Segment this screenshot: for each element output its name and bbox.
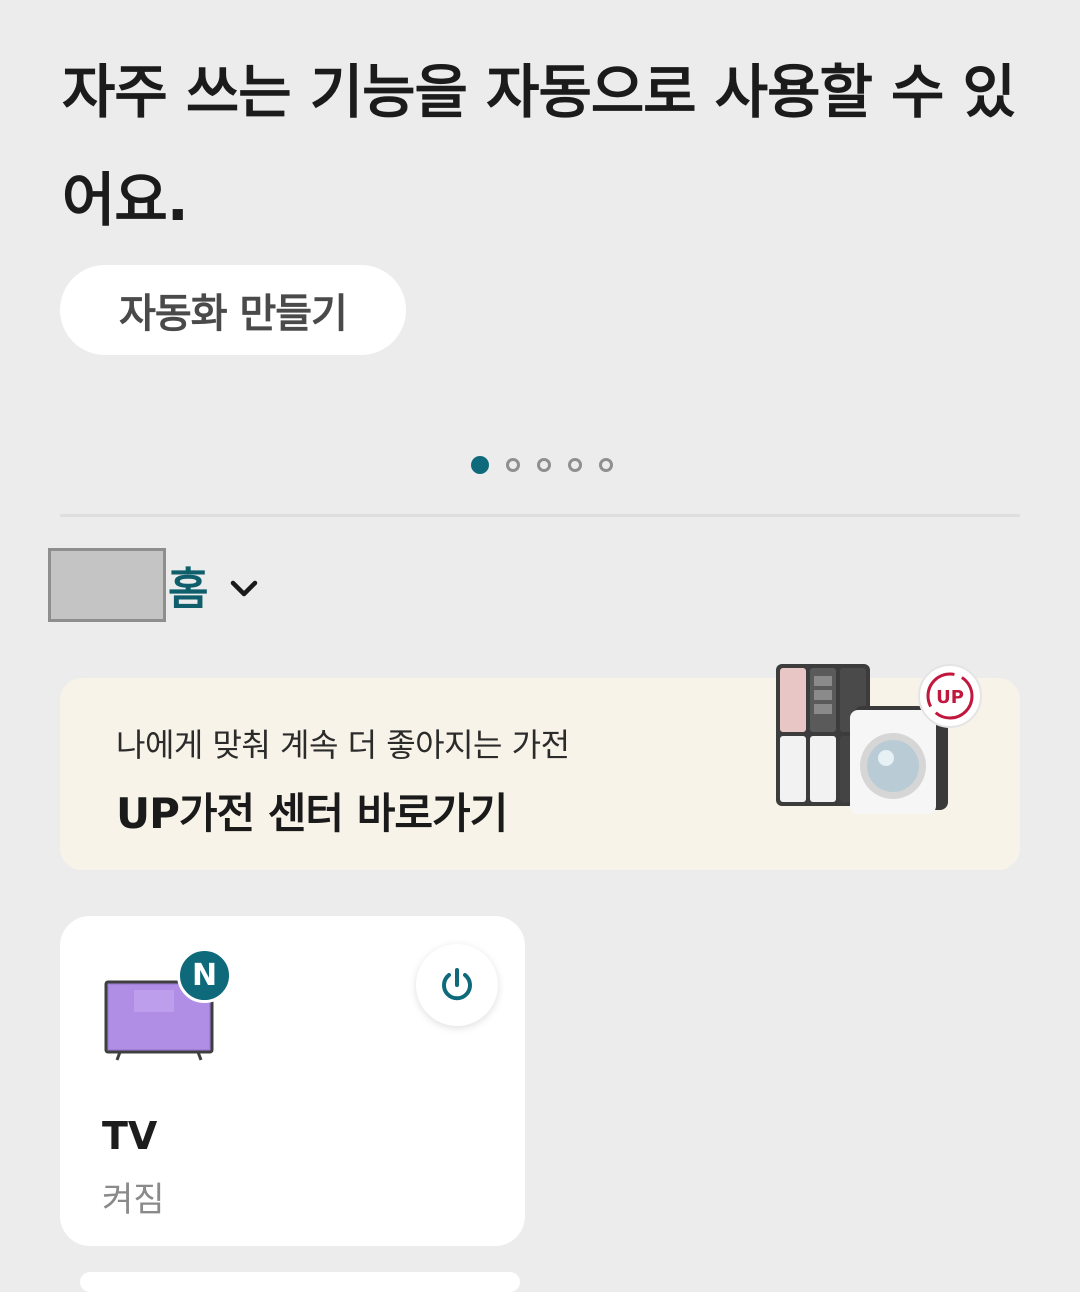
- up-badge-text: UP: [936, 687, 964, 708]
- carousel-dot-1[interactable]: [471, 456, 489, 474]
- chevron-down-icon[interactable]: [229, 579, 259, 599]
- home-label: 홈: [168, 564, 208, 615]
- next-device-card[interactable]: [80, 1272, 520, 1292]
- carousel-dot-3[interactable]: [537, 458, 551, 472]
- banner-subtitle: 나에게 맞춰 계속 더 좋아지는 가전: [116, 726, 570, 764]
- up-appliance-banner[interactable]: 나에게 맞춰 계속 더 좋아지는 가전 UP가전 센터 바로가기 UP: [60, 664, 1020, 870]
- create-automation-button[interactable]: 자동화 만들기: [60, 265, 406, 355]
- appliances-illustration-icon: UP: [776, 664, 982, 814]
- banner-title: UP가전 센터 바로가기: [116, 789, 508, 838]
- device-name: TV: [102, 1114, 158, 1158]
- carousel-dot-2[interactable]: [506, 458, 520, 472]
- device-status: 켜짐: [102, 1180, 165, 1220]
- power-button[interactable]: [416, 944, 498, 1026]
- carousel-dot-5[interactable]: [599, 458, 613, 472]
- home-selector[interactable]: 홈: [48, 548, 259, 622]
- new-badge: N: [177, 948, 232, 1003]
- hero-title: 자주 쓰는 기능을 자동으로 사용할 수 있어요.: [62, 58, 1016, 234]
- section-divider: [60, 514, 1020, 517]
- power-icon: [442, 968, 472, 1001]
- device-card-tv[interactable]: N TV 켜짐: [60, 916, 525, 1246]
- redacted-home-name: [48, 548, 166, 622]
- carousel-indicator: [0, 456, 1080, 474]
- carousel-dot-4[interactable]: [568, 458, 582, 472]
